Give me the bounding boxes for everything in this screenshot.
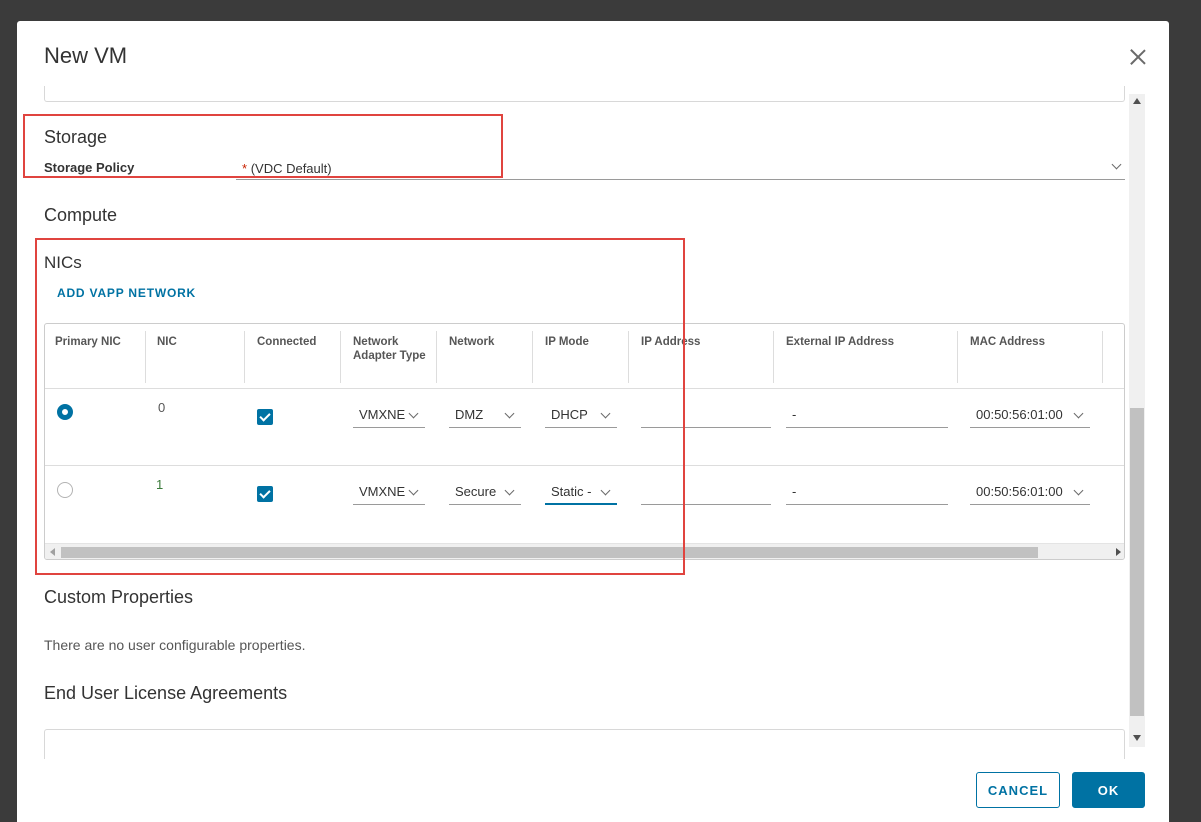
col-header-mac-address: MAC Address <box>970 336 1045 348</box>
eula-heading: End User License Agreements <box>44 683 288 703</box>
storage-policy-label: Storage Policy <box>44 160 135 175</box>
chevron-down-icon <box>1073 408 1084 419</box>
network-select[interactable]: Secure <box>449 481 521 505</box>
dialog-title: New VM <box>44 43 128 68</box>
ip-mode-value: Static - <box>551 484 592 499</box>
previous-section-box <box>44 86 1125 102</box>
col-header-ip-mode: IP Mode <box>545 336 589 348</box>
network-select[interactable]: DMZ <box>449 404 521 428</box>
compute-heading: Compute <box>44 205 118 225</box>
ip-address-input[interactable] <box>641 404 771 428</box>
custom-properties-heading: Custom Properties <box>44 587 194 607</box>
chevron-down-icon <box>600 485 611 496</box>
connected-checkbox[interactable] <box>257 409 273 425</box>
adapter-type-select[interactable]: VMXNET3 <box>353 481 425 505</box>
nic-index: 0 <box>158 400 166 415</box>
external-ip-input[interactable]: - <box>786 481 948 505</box>
new-vm-dialog: New VM Storage Storage Policy * (VDC Def… <box>17 21 1169 822</box>
chevron-down-icon <box>504 408 515 419</box>
col-header-external-ip: External IP Address <box>786 336 895 348</box>
storage-policy-select[interactable]: * (VDC Default) <box>236 156 1125 180</box>
scroll-down-icon[interactable] <box>1133 735 1141 741</box>
chevron-down-icon <box>408 485 419 496</box>
nics-grid: Primary NIC NIC Connected Network Adapte… <box>44 323 1125 560</box>
ip-mode-select[interactable]: DHCP <box>545 404 617 428</box>
mac-address-select[interactable]: 00:50:56:01:00 <box>970 481 1090 505</box>
ip-mode-value: DHCP <box>551 407 588 422</box>
col-header-primary-nic: Primary NIC <box>55 336 121 348</box>
chevron-down-icon <box>1111 159 1122 170</box>
scroll-up-icon[interactable] <box>1133 98 1141 104</box>
mac-address-select[interactable]: 00:50:56:01:00 <box>970 404 1090 428</box>
ip-address-input[interactable] <box>641 481 771 505</box>
ip-mode-select[interactable]: Static - <box>545 481 617 505</box>
col-header-network: Network <box>449 336 495 348</box>
chevron-down-icon <box>504 485 515 496</box>
network-value: Secure <box>455 484 497 499</box>
adapter-type-value: VMXNET3 <box>359 484 405 499</box>
horizontal-scrollbar[interactable] <box>45 543 1124 559</box>
scroll-thumb[interactable] <box>1130 408 1144 716</box>
cancel-button[interactable]: CANCEL <box>976 772 1060 808</box>
chevron-down-icon <box>600 408 611 419</box>
custom-properties-note: There are no user configurable propertie… <box>44 637 306 653</box>
eula-box <box>44 729 1125 759</box>
scroll-left-icon[interactable] <box>50 548 55 556</box>
external-ip-input[interactable]: - <box>786 404 948 428</box>
connected-checkbox[interactable] <box>257 486 273 502</box>
add-vapp-network-link[interactable]: ADD VAPP NETWORK <box>57 286 196 300</box>
scroll-right-icon[interactable] <box>1116 548 1121 556</box>
adapter-type-value: VMXNET3 <box>359 407 405 422</box>
primary-nic-radio[interactable] <box>57 482 73 498</box>
col-header-ip-address: IP Address <box>641 336 701 348</box>
adapter-type-select[interactable]: VMXNET3 <box>353 404 425 428</box>
ok-button[interactable]: OK <box>1072 772 1145 808</box>
network-value: DMZ <box>455 407 484 422</box>
close-icon[interactable] <box>1129 48 1147 66</box>
col-header-nic: NIC <box>157 336 177 348</box>
storage-heading: Storage <box>44 127 108 147</box>
mac-address-value: 00:50:56:01:00 <box>976 484 1063 499</box>
storage-policy-value: (VDC Default) <box>250 161 332 176</box>
chevron-down-icon <box>408 408 419 419</box>
col-header-connected: Connected <box>257 336 317 348</box>
nics-heading: NICs <box>44 253 82 272</box>
primary-nic-radio[interactable] <box>57 404 73 420</box>
col-header-adapter-type: Network Adapter Type <box>353 336 426 362</box>
nic-index: 1 <box>156 477 164 492</box>
mac-address-value: 00:50:56:01:00 <box>976 407 1063 422</box>
vertical-scrollbar[interactable] <box>1129 94 1145 747</box>
required-marker: * <box>242 161 248 176</box>
chevron-down-icon <box>1073 485 1084 496</box>
horizontal-scroll-thumb[interactable] <box>61 547 1038 558</box>
